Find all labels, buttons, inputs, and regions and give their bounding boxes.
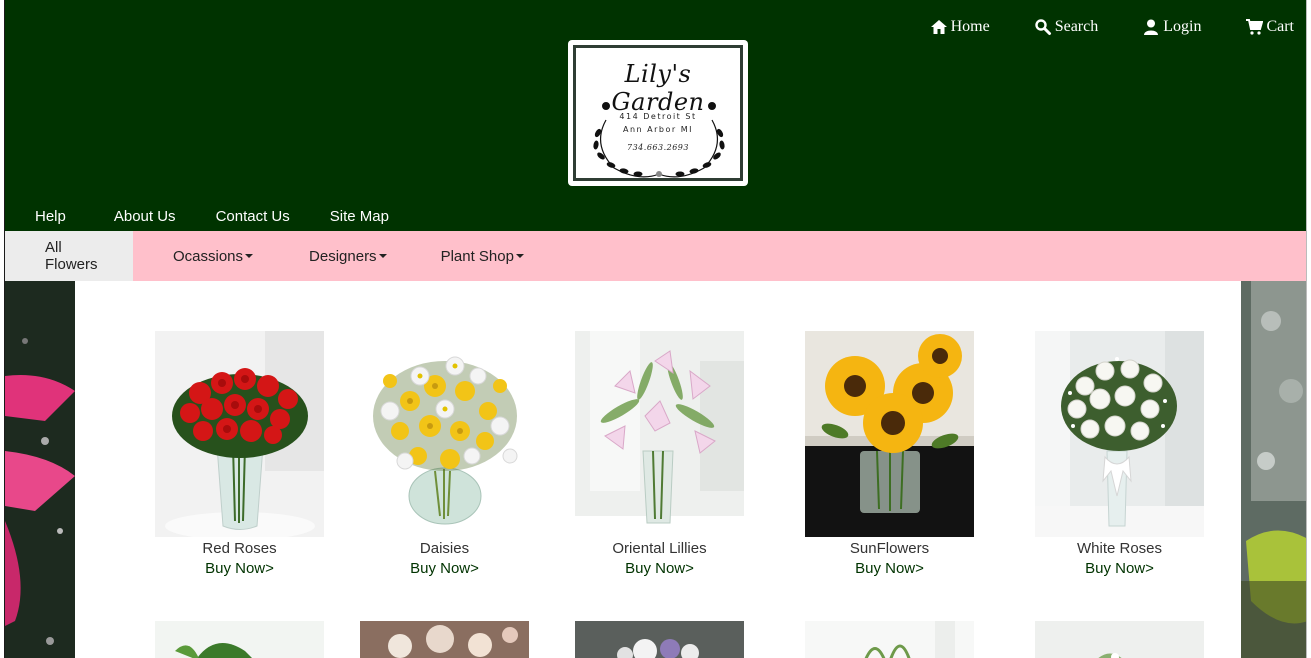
caret-down-icon (245, 254, 254, 258)
cart-icon (1245, 18, 1264, 36)
product-name: Daisies (419, 540, 470, 557)
category-nav: All Flowers Ocassions Designers Plant Sh… (5, 231, 1306, 281)
product-name: Red Roses (202, 540, 277, 557)
product-image-partial[interactable] (575, 621, 744, 658)
nav-site-map[interactable]: Site Map (330, 208, 389, 225)
product-image-oriental-lillies[interactable] (575, 331, 744, 537)
product-card: Red Roses Buy Now> (155, 331, 324, 578)
product-image-partial[interactable] (1035, 621, 1204, 658)
search-icon (1034, 18, 1052, 36)
product-card: Oriental Lillies Buy Now> (575, 331, 744, 578)
buy-now-link[interactable]: Buy Now> (1085, 560, 1154, 577)
background-photo-left (5, 281, 75, 658)
buy-now-link[interactable]: Buy Now> (205, 560, 274, 577)
logo-address-line1: 414 Detroit St (619, 112, 697, 121)
product-name: White Roses (1076, 540, 1163, 557)
product-grid: Red Roses Buy Now> Daisies Buy Now> Orie… (75, 281, 1241, 658)
product-image-partial[interactable] (805, 621, 974, 658)
tab-all-flowers[interactable]: All Flowers (5, 231, 133, 281)
tab-ocassions-label: Ocassions (173, 247, 244, 265)
user-icon (1142, 18, 1160, 36)
page-frame: Home Search Login Cart Lily's Garden 414… (4, 0, 1307, 658)
login-link[interactable]: Login (1142, 18, 1201, 36)
buy-now-link[interactable]: Buy Now> (625, 560, 694, 577)
product-name: SunFlowers (849, 540, 930, 557)
product-image-sunflowers[interactable] (805, 331, 974, 537)
home-link[interactable]: Home (930, 18, 990, 36)
tab-plant-shop-label: Plant Shop (440, 247, 514, 265)
product-name: Oriental Lillies (612, 540, 707, 557)
cart-label: Cart (1266, 18, 1294, 35)
caret-down-icon (378, 254, 387, 258)
background-photo-right (1241, 281, 1306, 658)
login-label: Login (1163, 18, 1202, 35)
home-icon (930, 18, 948, 36)
site-logo[interactable]: Lily's Garden 414 Detroit St Ann Arbor M… (568, 40, 748, 186)
caret-down-icon (515, 254, 524, 258)
search-link[interactable]: Search (1034, 18, 1099, 36)
product-image-red-roses[interactable] (155, 331, 324, 537)
product-image-partial[interactable] (155, 621, 324, 658)
site-header: Home Search Login Cart Lily's Garden 414… (5, 0, 1306, 231)
cart-link[interactable]: Cart (1245, 18, 1294, 36)
tab-ocassions[interactable]: Ocassions (173, 231, 254, 281)
product-image-white-roses[interactable] (1035, 331, 1204, 537)
nav-help[interactable]: Help (35, 208, 66, 225)
logo-frame: Lily's Garden 414 Detroit St Ann Arbor M… (573, 45, 743, 181)
buy-now-link[interactable]: Buy Now> (855, 560, 924, 577)
product-image-daisies[interactable] (360, 331, 529, 537)
product-image-partial[interactable] (360, 621, 529, 658)
logo-phone: 734.663.2693 (627, 143, 689, 152)
nav-contact-us[interactable]: Contact Us (216, 208, 290, 225)
buy-now-link[interactable]: Buy Now> (410, 560, 479, 577)
product-card: White Roses Buy Now> (1035, 331, 1204, 578)
product-card: SunFlowers Buy Now> (805, 331, 974, 578)
tab-designers[interactable]: Designers (309, 231, 387, 281)
product-card: Daisies Buy Now> (360, 331, 529, 578)
logo-address-line2: Ann Arbor MI (623, 125, 693, 134)
main-nav: Help About Us Contact Us Site Map (5, 201, 407, 231)
home-label: Home (950, 18, 990, 35)
tab-plant-shop[interactable]: Plant Shop (441, 231, 524, 281)
tab-designers-label: Designers (309, 247, 377, 265)
utility-nav: Home Search Login Cart (886, 18, 1294, 36)
tab-all-flowers-label: All Flowers (45, 239, 98, 273)
search-label: Search (1054, 18, 1099, 35)
nav-about-us[interactable]: About Us (114, 208, 176, 225)
